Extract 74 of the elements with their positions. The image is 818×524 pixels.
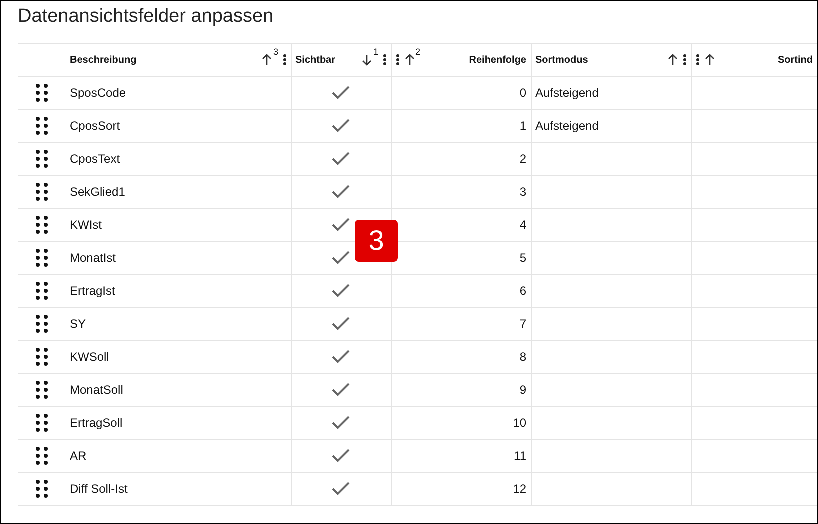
column-header[interactable]: Sortind	[778, 54, 813, 66]
drag-handle-icon[interactable]	[36, 414, 48, 432]
order-number: 9	[520, 383, 526, 397]
drag-handle-icon[interactable]	[36, 447, 48, 465]
drag-handle-icon[interactable]	[36, 249, 48, 267]
menu-icon[interactable]	[282, 54, 286, 66]
order-number: 11	[514, 449, 526, 463]
field-name: SposCode	[70, 86, 126, 100]
drag-handle-icon[interactable]	[36, 150, 48, 168]
sort-mode: Aufsteigend	[536, 86, 599, 100]
sort-mode: Aufsteigend	[536, 119, 599, 133]
step-badge: 3	[355, 220, 398, 262]
field-name: SekGlied1	[70, 185, 126, 199]
order-number: 6	[520, 284, 526, 298]
sort-ascending-icon[interactable]	[666, 53, 678, 67]
field-name: KWSoll	[70, 350, 110, 364]
column-header[interactable]: Sichtbar	[296, 54, 336, 66]
sort-ascending-icon[interactable]	[704, 53, 716, 67]
order-number: 4	[520, 218, 526, 232]
checkmark-icon[interactable]	[332, 119, 350, 134]
field-name: CposSort	[70, 119, 120, 133]
order-number: 5	[520, 251, 526, 265]
field-name: AR	[70, 449, 87, 463]
field-name: ErtragIst	[70, 284, 116, 298]
column-header[interactable]: Beschreibung	[70, 54, 137, 66]
checkmark-icon[interactable]	[332, 251, 350, 266]
checkmark-icon[interactable]	[332, 350, 350, 364]
menu-icon[interactable]	[396, 54, 400, 66]
checkmark-icon[interactable]	[332, 317, 350, 332]
drag-handle-icon[interactable]	[36, 183, 48, 201]
field-name: MonatSoll	[70, 383, 124, 397]
sort-ascending-icon[interactable]	[404, 53, 416, 67]
checkmark-icon[interactable]	[332, 482, 350, 496]
checkmark-icon[interactable]	[332, 185, 350, 200]
drag-handle-icon[interactable]	[36, 315, 48, 333]
sort-rank: 1	[373, 47, 378, 57]
sort-descending-icon[interactable]	[361, 53, 374, 67]
drag-handle-icon[interactable]	[36, 84, 48, 102]
dialog-title: Datenansichtsfelder anpassen	[17, 5, 275, 29]
drag-handle-icon[interactable]	[36, 348, 48, 366]
drag-handle-icon[interactable]	[36, 381, 48, 399]
order-number: 1	[520, 119, 526, 133]
field-name: CposText	[70, 152, 120, 166]
order-number: 0	[520, 86, 526, 100]
order-number: 10	[513, 416, 526, 430]
menu-icon[interactable]	[382, 54, 386, 66]
checkmark-icon[interactable]	[332, 152, 350, 166]
drag-handle-icon[interactable]	[36, 480, 48, 498]
column-header[interactable]: Reihenfolge	[469, 54, 526, 66]
field-name: MonatIst	[70, 251, 116, 265]
order-number: 12	[513, 482, 526, 496]
order-number: 8	[520, 350, 526, 364]
order-number: 3	[520, 185, 526, 199]
sort-ascending-icon[interactable]	[261, 53, 274, 67]
field-name: SY	[70, 317, 86, 331]
menu-icon[interactable]	[682, 54, 686, 66]
column-header[interactable]: Sortmodus	[536, 54, 588, 66]
sort-rank: 2	[416, 47, 421, 57]
field-name: Diff Soll-Ist	[70, 482, 128, 496]
field-name: KWIst	[70, 218, 102, 232]
checkmark-icon[interactable]	[332, 416, 350, 430]
checkmark-icon[interactable]	[332, 449, 350, 464]
checkmark-icon[interactable]	[332, 86, 350, 100]
checkmark-icon[interactable]	[332, 218, 350, 232]
drag-handle-icon[interactable]	[36, 216, 48, 234]
checkmark-icon[interactable]	[332, 383, 350, 398]
checkmark-icon[interactable]	[332, 284, 350, 298]
sort-rank: 3	[273, 47, 278, 57]
menu-icon[interactable]	[696, 54, 700, 66]
drag-handle-icon[interactable]	[36, 117, 48, 135]
drag-handle-icon[interactable]	[36, 282, 48, 300]
order-number: 2	[520, 152, 526, 166]
order-number: 7	[520, 317, 526, 331]
field-name: ErtragSoll	[70, 416, 123, 430]
